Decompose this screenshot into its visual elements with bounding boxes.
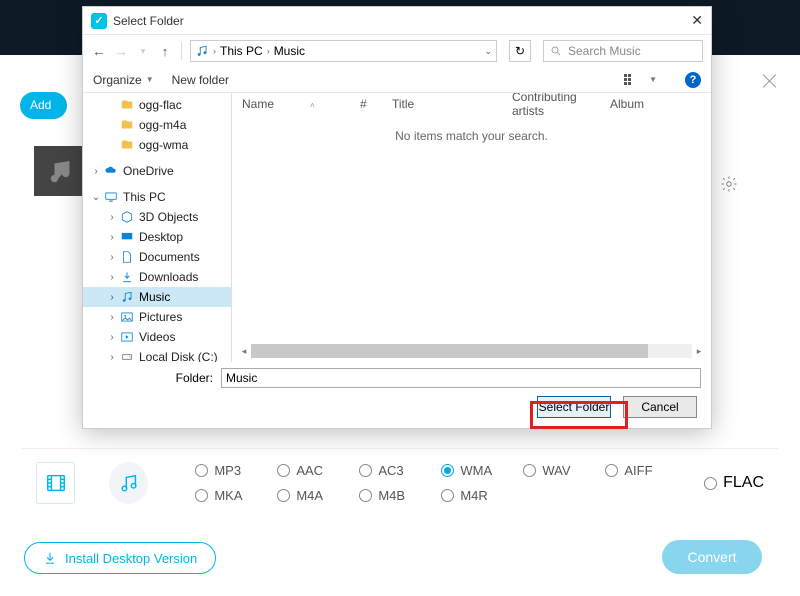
app-logo-icon: ✓ <box>91 13 107 29</box>
col-album[interactable]: Album <box>610 97 711 111</box>
nav-forward-icon[interactable]: → <box>113 43 129 59</box>
empty-message: No items match your search. <box>232 129 711 143</box>
cancel-button[interactable]: Cancel <box>623 396 697 418</box>
tree-item-desktop[interactable]: ›Desktop <box>83 227 231 247</box>
video-icon[interactable] <box>36 462 75 504</box>
file-thumbnail <box>34 146 89 196</box>
folder-label: Folder: <box>93 371 213 385</box>
col-name[interactable]: Name <box>242 97 274 111</box>
tree-item-downloads[interactable]: ›Downloads <box>83 267 231 287</box>
format-option-grid: MP3AACAC3WMAWAVAIFF MKAM4AM4BM4R <box>195 463 687 503</box>
tree-item-local-disk[interactable]: ›Local Disk (C:) <box>83 347 231 362</box>
new-folder-button[interactable]: New folder <box>172 73 229 87</box>
format-option-wav[interactable]: WAV <box>523 463 605 478</box>
tree-item-ogg-wma[interactable]: ogg-wma <box>83 135 231 155</box>
divider <box>181 42 182 60</box>
folder-row: Folder: <box>83 362 711 392</box>
format-option-m4b[interactable]: M4B <box>359 488 441 503</box>
address-bar[interactable]: › This PC › Music ⌄ <box>190 40 497 62</box>
nav-up-icon[interactable]: ↑ <box>157 44 173 59</box>
search-icon <box>550 45 562 57</box>
dialog-buttons: Select Folder Cancel <box>83 392 711 428</box>
tree-item-3d-objects[interactable]: ›3D Objects <box>83 207 231 227</box>
folder-input[interactable] <box>221 368 701 388</box>
file-list: Name˄ # Title Contributing artists Album… <box>232 93 711 362</box>
chevron-down-icon[interactable]: ⌄ <box>484 46 492 57</box>
tree-item-ogg-m4a[interactable]: ogg-m4a <box>83 115 231 135</box>
organize-button[interactable]: Organize▼ <box>93 73 154 87</box>
format-row: MP3AACAC3WMAWAVAIFF MKAM4AM4BM4R FLAC <box>36 462 764 504</box>
search-input[interactable]: Search Music <box>543 40 703 62</box>
settings-icon[interactable] <box>720 175 738 193</box>
convert-button[interactable]: Convert <box>662 540 762 574</box>
list-header: Name˄ # Title Contributing artists Album <box>232 93 711 115</box>
view-mode-icon[interactable] <box>623 73 641 87</box>
close-icon[interactable] <box>758 70 782 94</box>
search-placeholder: Search Music <box>568 44 641 58</box>
dialog-nav: ← → ▾ ↑ › This PC › Music ⌄ ↻ Search Mus… <box>83 35 711 67</box>
install-desktop-button[interactable]: Install Desktop Version <box>24 542 216 574</box>
format-option-aiff[interactable]: AIFF <box>605 463 687 478</box>
dialog-body: ogg-flac ogg-m4a ogg-wma ›OneDrive ⌄This… <box>83 93 711 362</box>
divider <box>22 448 778 449</box>
add-button[interactable]: Add <box>20 92 67 119</box>
help-icon[interactable]: ? <box>685 72 701 88</box>
dialog-close-icon[interactable]: ✕ <box>691 12 703 29</box>
nav-recent-icon[interactable]: ▾ <box>135 46 151 57</box>
select-folder-button[interactable]: Select Folder <box>537 396 611 418</box>
music-icon <box>195 44 209 58</box>
tree-item-this-pc[interactable]: ⌄This PC <box>83 187 231 207</box>
tree-item-videos[interactable]: ›Videos <box>83 327 231 347</box>
dialog-title: Select Folder <box>113 14 184 28</box>
format-option-mka[interactable]: MKA <box>195 488 277 503</box>
col-title[interactable]: Title <box>392 97 512 111</box>
tree-item-pictures[interactable]: ›Pictures <box>83 307 231 327</box>
format-option-m4a[interactable]: M4A <box>277 488 359 503</box>
format-option-wma[interactable]: WMA <box>441 463 523 478</box>
col-num[interactable]: # <box>360 97 392 111</box>
horizontal-scrollbar[interactable]: ◂ ▸ <box>237 344 706 358</box>
col-artist[interactable]: Contributing artists <box>512 93 610 118</box>
format-option-m4r[interactable]: M4R <box>441 488 523 503</box>
install-label: Install Desktop Version <box>65 551 197 566</box>
tree-item-ogg-flac[interactable]: ogg-flac <box>83 95 231 115</box>
format-option-ac3[interactable]: AC3 <box>359 463 441 478</box>
breadcrumb-music[interactable]: Music <box>274 44 305 58</box>
tree-item-documents[interactable]: ›Documents <box>83 247 231 267</box>
folder-tree: ogg-flac ogg-m4a ogg-wma ›OneDrive ⌄This… <box>83 93 231 362</box>
breadcrumb-this-pc[interactable]: This PC <box>220 44 263 58</box>
tree-item-music[interactable]: ›Music <box>83 287 231 307</box>
format-option-mp3[interactable]: MP3 <box>195 463 277 478</box>
select-folder-dialog: ✓ Select Folder ✕ ← → ▾ ↑ › This PC › Mu… <box>82 6 712 429</box>
chevron-down-icon[interactable]: ▼ <box>649 75 657 84</box>
tree-item-onedrive[interactable]: ›OneDrive <box>83 161 231 181</box>
format-option-flac[interactable]: FLAC <box>704 474 764 492</box>
refresh-icon[interactable]: ↻ <box>509 40 531 62</box>
format-option-aac[interactable]: AAC <box>277 463 359 478</box>
dialog-titlebar: ✓ Select Folder ✕ <box>83 7 711 35</box>
nav-back-icon[interactable]: ← <box>91 43 107 59</box>
dialog-toolbar: Organize▼ New folder ▼ ? <box>83 67 711 93</box>
audio-icon[interactable] <box>109 462 148 504</box>
